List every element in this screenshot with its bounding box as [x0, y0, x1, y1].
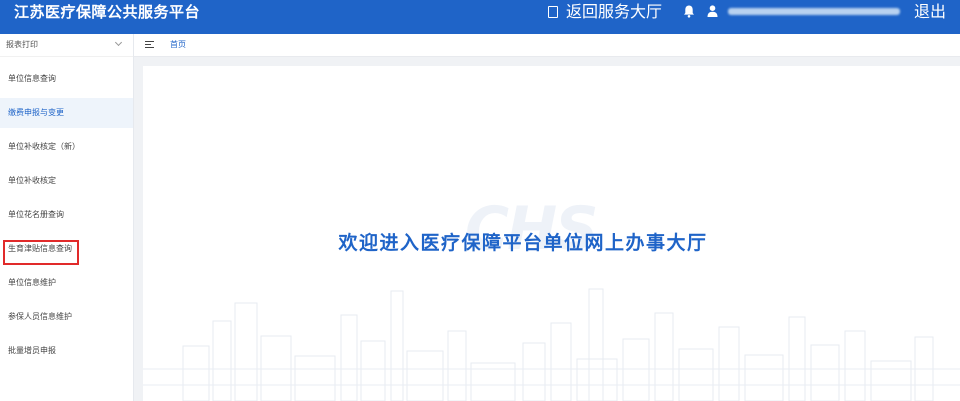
top-bar: 江苏医疗保障公共服务平台 返回服务大厅 退出 [0, 0, 960, 34]
sidebar-group-label: 报表打印 [6, 40, 38, 49]
sidebar-item-insured-info-maintenance[interactable]: 参保人员信息维护 [0, 302, 133, 332]
return-label: 返回服务大厅 [565, 2, 662, 21]
tab-home[interactable]: 首页 [170, 34, 186, 56]
sidebar-item-batch-add-members[interactable]: 批量增员申报 [0, 336, 133, 366]
chevron-down-icon [114, 38, 123, 47]
sidebar-item-unit-info-query[interactable]: 单位信息查询 [0, 64, 133, 94]
user-icon [707, 5, 718, 17]
sidebar-group-report-print[interactable]: 报表打印 [0, 34, 133, 57]
main-content: CHS 欢迎进入医疗保障平台单位网上办事大厅 [143, 66, 960, 401]
return-icon [547, 5, 558, 18]
tab-bar: 首页 [134, 34, 960, 57]
sidebar-item-payment-declaration[interactable]: 缴费申报与变更 [0, 98, 133, 128]
sidebar-item-supplementary-collection[interactable]: 单位补收核定 [0, 166, 133, 196]
sidebar: 报表打印 单位信息查询 缴费申报与变更 单位补收核定（新） 单位补收核定 单位花… [0, 34, 134, 401]
menu-toggle-icon[interactable] [145, 41, 154, 49]
username-redacted[interactable] [728, 8, 900, 15]
sidebar-item-unit-info-maintenance[interactable]: 单位信息维护 [0, 268, 133, 298]
bell-icon[interactable] [683, 5, 695, 18]
city-skyline-illustration [143, 288, 960, 401]
sidebar-item-maternity-allowance-query[interactable]: 生育津贴信息查询 [0, 234, 133, 264]
app-title: 江苏医疗保障公共服务平台 [14, 3, 201, 21]
logout-button[interactable]: 退出 [914, 0, 946, 24]
sidebar-item-roster-query[interactable]: 单位花名册查询 [0, 200, 133, 230]
sidebar-item-supplementary-collection-new[interactable]: 单位补收核定（新） [0, 132, 133, 162]
return-service-hall-button[interactable]: 返回服务大厅 [547, 0, 662, 24]
